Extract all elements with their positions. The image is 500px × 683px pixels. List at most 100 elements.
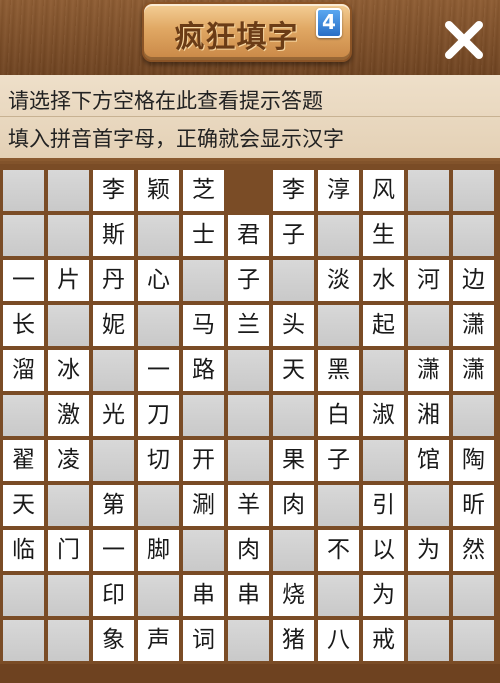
grid-cell-filled: 淳 <box>318 170 359 211</box>
grid-cell-empty[interactable] <box>408 215 449 256</box>
grid-cell-filled: 为 <box>408 530 449 571</box>
grid-cell-filled: 斯 <box>93 215 134 256</box>
grid-cell-filled: 激 <box>48 395 89 436</box>
grid-cell-filled: 一 <box>138 350 179 391</box>
grid-cell-filled: 八 <box>318 620 359 661</box>
grid-cell-empty[interactable] <box>138 305 179 346</box>
grid-cell-empty[interactable] <box>273 260 314 301</box>
grid-cell-empty[interactable] <box>3 620 44 661</box>
hint-text-select: 请选择下方空格在此查看提示答题 <box>8 89 323 113</box>
grid-cell-empty[interactable] <box>408 305 449 346</box>
grid-cell-filled: 第 <box>93 485 134 526</box>
grid-cell-filled: 天 <box>3 485 44 526</box>
grid-cell-filled: 李 <box>273 170 314 211</box>
grid-cell-empty[interactable] <box>138 215 179 256</box>
grid-cell-filled: 声 <box>138 620 179 661</box>
close-x-icon <box>445 21 483 59</box>
grid-cell-filled: 凌 <box>48 440 89 481</box>
grid-cell-filled: 果 <box>273 440 314 481</box>
grid-cell-filled: 光 <box>93 395 134 436</box>
level-badge: 4 <box>316 8 342 38</box>
grid-cell-filled: 一 <box>93 530 134 571</box>
grid-cell-filled: 士 <box>183 215 224 256</box>
grid-cell-empty[interactable] <box>273 530 314 571</box>
grid-cell-empty[interactable] <box>408 575 449 616</box>
grid-cell-filled: 肉 <box>228 530 269 571</box>
hint-panel: 请选择下方空格在此查看提示答题 填入拼音首字母，正确就会显示汉字 <box>0 75 500 161</box>
grid-cell-filled: 引 <box>363 485 404 526</box>
grid-cell-empty[interactable] <box>93 440 134 481</box>
grid-cell-empty[interactable] <box>228 440 269 481</box>
grid-cell-empty[interactable] <box>318 305 359 346</box>
grid-cell-empty[interactable] <box>228 395 269 436</box>
grid-cell-filled: 长 <box>3 305 44 346</box>
grid-cell-filled: 脚 <box>138 530 179 571</box>
grid-cell-empty[interactable] <box>93 350 134 391</box>
grid-cell-empty[interactable] <box>453 395 494 436</box>
close-button[interactable] <box>440 16 488 64</box>
grid-cell-filled: 湘 <box>408 395 449 436</box>
grid-cell-filled: 芝 <box>183 170 224 211</box>
grid-cell-filled: 子 <box>273 215 314 256</box>
grid-cell-empty[interactable] <box>183 260 224 301</box>
grid-cell-filled: 头 <box>273 305 314 346</box>
grid-cell-filled: 刀 <box>138 395 179 436</box>
grid-cell-filled: 陶 <box>453 440 494 481</box>
grid-cell-empty[interactable] <box>48 485 89 526</box>
grid-cell-filled: 马 <box>183 305 224 346</box>
grid-cell-empty[interactable] <box>408 170 449 211</box>
grid-cell-filled: 烧 <box>273 575 314 616</box>
grid-cell-empty[interactable] <box>48 575 89 616</box>
grid-cell-empty[interactable] <box>3 395 44 436</box>
grid-cell-filled: 白 <box>318 395 359 436</box>
grid-cell-filled: 丹 <box>93 260 134 301</box>
grid-cell-filled: 印 <box>93 575 134 616</box>
grid-cell-filled: 子 <box>228 260 269 301</box>
grid-cell-filled: 不 <box>318 530 359 571</box>
grid-cell-empty[interactable] <box>48 620 89 661</box>
grid-cell-filled: 心 <box>138 260 179 301</box>
grid-cell-filled: 开 <box>183 440 224 481</box>
grid-cell-filled: 象 <box>93 620 134 661</box>
grid-cell-filled: 妮 <box>93 305 134 346</box>
grid-cell-filled: 生 <box>363 215 404 256</box>
grid-cell-empty[interactable] <box>318 575 359 616</box>
grid-cell-filled: 然 <box>453 530 494 571</box>
grid-cell-empty[interactable] <box>363 440 404 481</box>
grid-cell-empty[interactable] <box>228 350 269 391</box>
grid-cell-filled: 君 <box>228 215 269 256</box>
grid-cell-empty[interactable] <box>453 575 494 616</box>
grid-cell-empty[interactable] <box>138 575 179 616</box>
grid-cell-filled: 门 <box>48 530 89 571</box>
grid-cell-empty[interactable] <box>48 170 89 211</box>
grid-cell-empty[interactable] <box>48 215 89 256</box>
grid-cell-filled: 起 <box>363 305 404 346</box>
grid-cell-filled: 词 <box>183 620 224 661</box>
grid-cell-empty[interactable] <box>318 215 359 256</box>
grid-cell-empty[interactable] <box>453 170 494 211</box>
grid-cell-empty[interactable] <box>183 530 224 571</box>
grid-cell-empty[interactable] <box>453 215 494 256</box>
grid-cell-empty[interactable] <box>318 485 359 526</box>
grid-cell-empty[interactable] <box>183 395 224 436</box>
grid-cell-empty[interactable] <box>3 575 44 616</box>
grid-cell-filled: 李 <box>93 170 134 211</box>
hint-divider <box>0 116 500 117</box>
grid-cell-empty[interactable] <box>273 395 314 436</box>
grid-cell-empty[interactable] <box>363 350 404 391</box>
grid-cell-empty[interactable] <box>3 170 44 211</box>
grid-cell-empty[interactable] <box>408 620 449 661</box>
grid-cell-filled: 为 <box>363 575 404 616</box>
grid-cell-empty[interactable] <box>48 305 89 346</box>
grid-cell-filled: 淑 <box>363 395 404 436</box>
grid-cell-empty[interactable] <box>453 620 494 661</box>
grid-cell-filled: 潇 <box>453 350 494 391</box>
crossword-board: 李颖芝李淳风斯士君子生一片丹心子淡水河边长妮马兰头起潇溜冰一路天黑潇潇激光刀白淑… <box>0 164 500 664</box>
grid-cell-empty[interactable] <box>228 620 269 661</box>
grid-cell-filled: 切 <box>138 440 179 481</box>
grid-cell-filled: 潇 <box>453 305 494 346</box>
grid-cell-empty[interactable] <box>408 485 449 526</box>
grid-cell-filled: 河 <box>408 260 449 301</box>
grid-cell-empty[interactable] <box>138 485 179 526</box>
grid-cell-empty[interactable] <box>3 215 44 256</box>
